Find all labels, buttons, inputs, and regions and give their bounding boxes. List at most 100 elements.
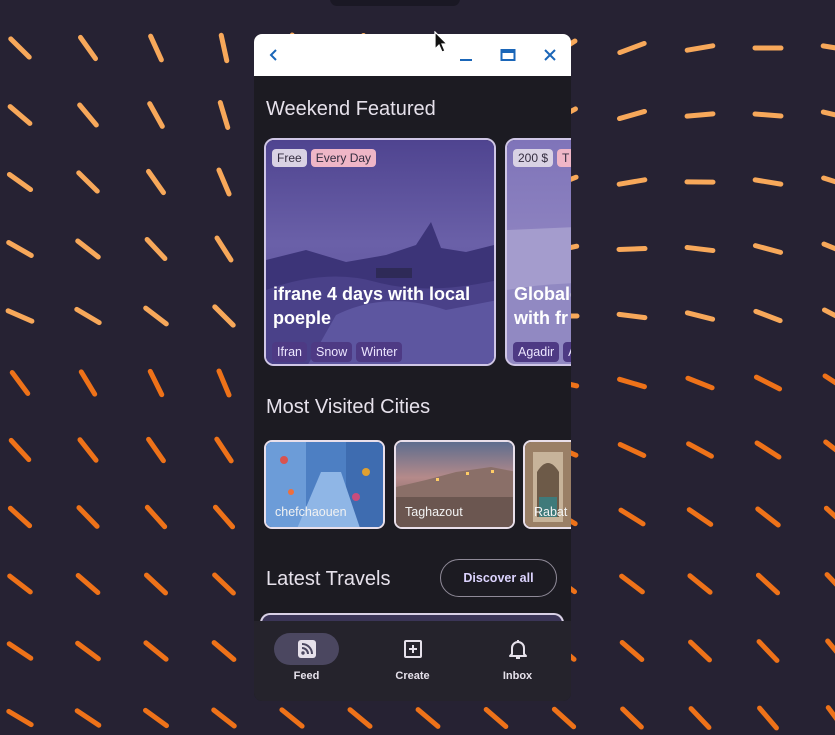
wallpaper-dash	[212, 572, 236, 596]
wallpaper-dash	[753, 308, 783, 324]
wallpaper-dash	[218, 32, 230, 64]
card-title: Globale with fr	[514, 284, 571, 328]
wallpaper-dash	[684, 111, 716, 119]
wallpaper-dash	[688, 706, 712, 730]
wallpaper-dash	[8, 437, 32, 463]
city-name: Rabat	[534, 505, 568, 519]
wallpaper-dash	[217, 100, 231, 130]
wallpaper-dash	[75, 572, 101, 596]
wallpaper-dash	[617, 442, 647, 458]
wallpaper-dash	[757, 705, 779, 731]
wallpaper-dash	[279, 707, 305, 729]
tag-chip: Agadir	[513, 342, 560, 362]
latest-section-title: Latest Travels	[266, 568, 391, 590]
mouse-cursor	[434, 31, 449, 53]
nav-icon-container	[380, 633, 445, 665]
city-card[interactable]: Taghazout	[394, 440, 515, 529]
schedule-badge: Every Day	[310, 149, 377, 167]
wallpaper-dash	[616, 177, 648, 187]
nav-item-feed[interactable]: Feed	[254, 621, 359, 701]
bottom-navigation: Feed Create Inbox	[254, 621, 571, 701]
card-tags: Ifran Snow Winter	[272, 342, 406, 362]
wallpaper-dash	[821, 307, 835, 319]
wallpaper-dash	[9, 370, 31, 396]
wallpaper-dash	[616, 108, 648, 122]
back-button[interactable]	[262, 43, 286, 67]
city-name: chefchaouen	[275, 505, 347, 519]
wallpaper-dash	[6, 240, 34, 258]
wallpaper-dash	[756, 639, 780, 663]
wallpaper-dash	[143, 305, 169, 327]
nav-active-indicator	[274, 633, 339, 665]
feed-content[interactable]: Weekend Featured Free Every Day ifrane 4…	[254, 76, 571, 621]
close-button[interactable]	[538, 43, 562, 67]
featured-section-title: Weekend Featured	[266, 98, 436, 120]
wallpaper-dash	[216, 167, 232, 197]
wallpaper-dash	[144, 504, 168, 530]
city-card[interactable]: Rabat	[523, 440, 571, 529]
card-title: ifrane 4 days with local poeple	[273, 284, 471, 328]
nav-label: Feed	[293, 670, 320, 682]
wallpaper-dash	[8, 36, 32, 60]
wallpaper-dash	[77, 437, 99, 463]
wallpaper-dash	[617, 376, 647, 390]
wallpaper-dash	[684, 43, 716, 53]
wallpaper-dash	[820, 43, 835, 51]
wallpaper-dash	[211, 640, 237, 662]
wallpaper-dash	[820, 109, 835, 118]
wallpaper-dash	[77, 34, 99, 62]
wallpaper-dash	[821, 175, 835, 185]
card-badges: Free Every Day	[272, 149, 380, 167]
card-badges: 200 $ T	[513, 149, 571, 167]
wallpaper-dash	[211, 707, 237, 729]
wallpaper-dash	[822, 373, 835, 386]
tag-chip: A	[563, 342, 571, 362]
wallpaper-dash	[821, 241, 835, 252]
nav-item-create[interactable]: Create	[360, 621, 465, 701]
wallpaper-dash	[142, 707, 170, 729]
wallpaper-dash	[7, 573, 33, 595]
wallpaper-dash	[144, 237, 168, 261]
wallpaper-dash	[688, 639, 712, 663]
wallpaper-dash	[74, 708, 102, 728]
rss-feed-icon	[297, 640, 316, 658]
wallpaper-dash	[5, 308, 35, 324]
minimize-button[interactable]	[454, 43, 478, 67]
wallpaper-dash	[7, 505, 33, 529]
maximize-button[interactable]	[496, 43, 520, 67]
wallpaper-dash	[687, 573, 713, 595]
wallpaper-dash	[825, 705, 835, 721]
tag-chip: Winter	[356, 342, 403, 362]
featured-card[interactable]: 200 $T Globale with fr AgadirA	[505, 138, 571, 366]
wallpaper-dash	[147, 101, 165, 129]
nav-label: Inbox	[502, 670, 533, 682]
wallpaper-dash	[212, 304, 236, 328]
latest-travel-card[interactable]	[260, 613, 564, 621]
nav-item-inbox[interactable]: Inbox	[465, 621, 570, 701]
wallpaper-dash	[616, 246, 648, 252]
card-tags: AgadirA	[513, 342, 571, 362]
minimize-icon	[460, 59, 472, 61]
tag-chip: Snow	[311, 342, 353, 362]
wallpaper-dash	[755, 506, 781, 528]
wallpaper-dash	[147, 368, 165, 398]
wallpaper-dash	[823, 505, 835, 520]
wallpaper-dash	[6, 641, 34, 661]
wallpaper-dash	[146, 168, 166, 196]
nav-icon-container	[485, 633, 550, 665]
wallpaper-dash	[143, 640, 169, 662]
wallpaper-dash	[685, 375, 715, 391]
wallpaper-dash	[754, 440, 782, 460]
wallpaper-dash	[823, 439, 835, 453]
wallpaper-dash	[686, 441, 714, 459]
wallpaper-dash	[684, 310, 716, 322]
wallpaper-dash	[753, 374, 783, 392]
cities-section-title: Most Visited Cities	[266, 396, 431, 418]
wallpaper-dash	[619, 573, 645, 595]
wallpaper-dash	[7, 104, 33, 126]
city-card[interactable]: chefchaouen	[264, 440, 385, 529]
card-background-image	[266, 140, 494, 364]
discover-all-button[interactable]: Discover all	[440, 559, 557, 597]
wallpaper-dash	[619, 639, 645, 663]
featured-card[interactable]: Free Every Day ifrane 4 days with local p…	[264, 138, 496, 366]
